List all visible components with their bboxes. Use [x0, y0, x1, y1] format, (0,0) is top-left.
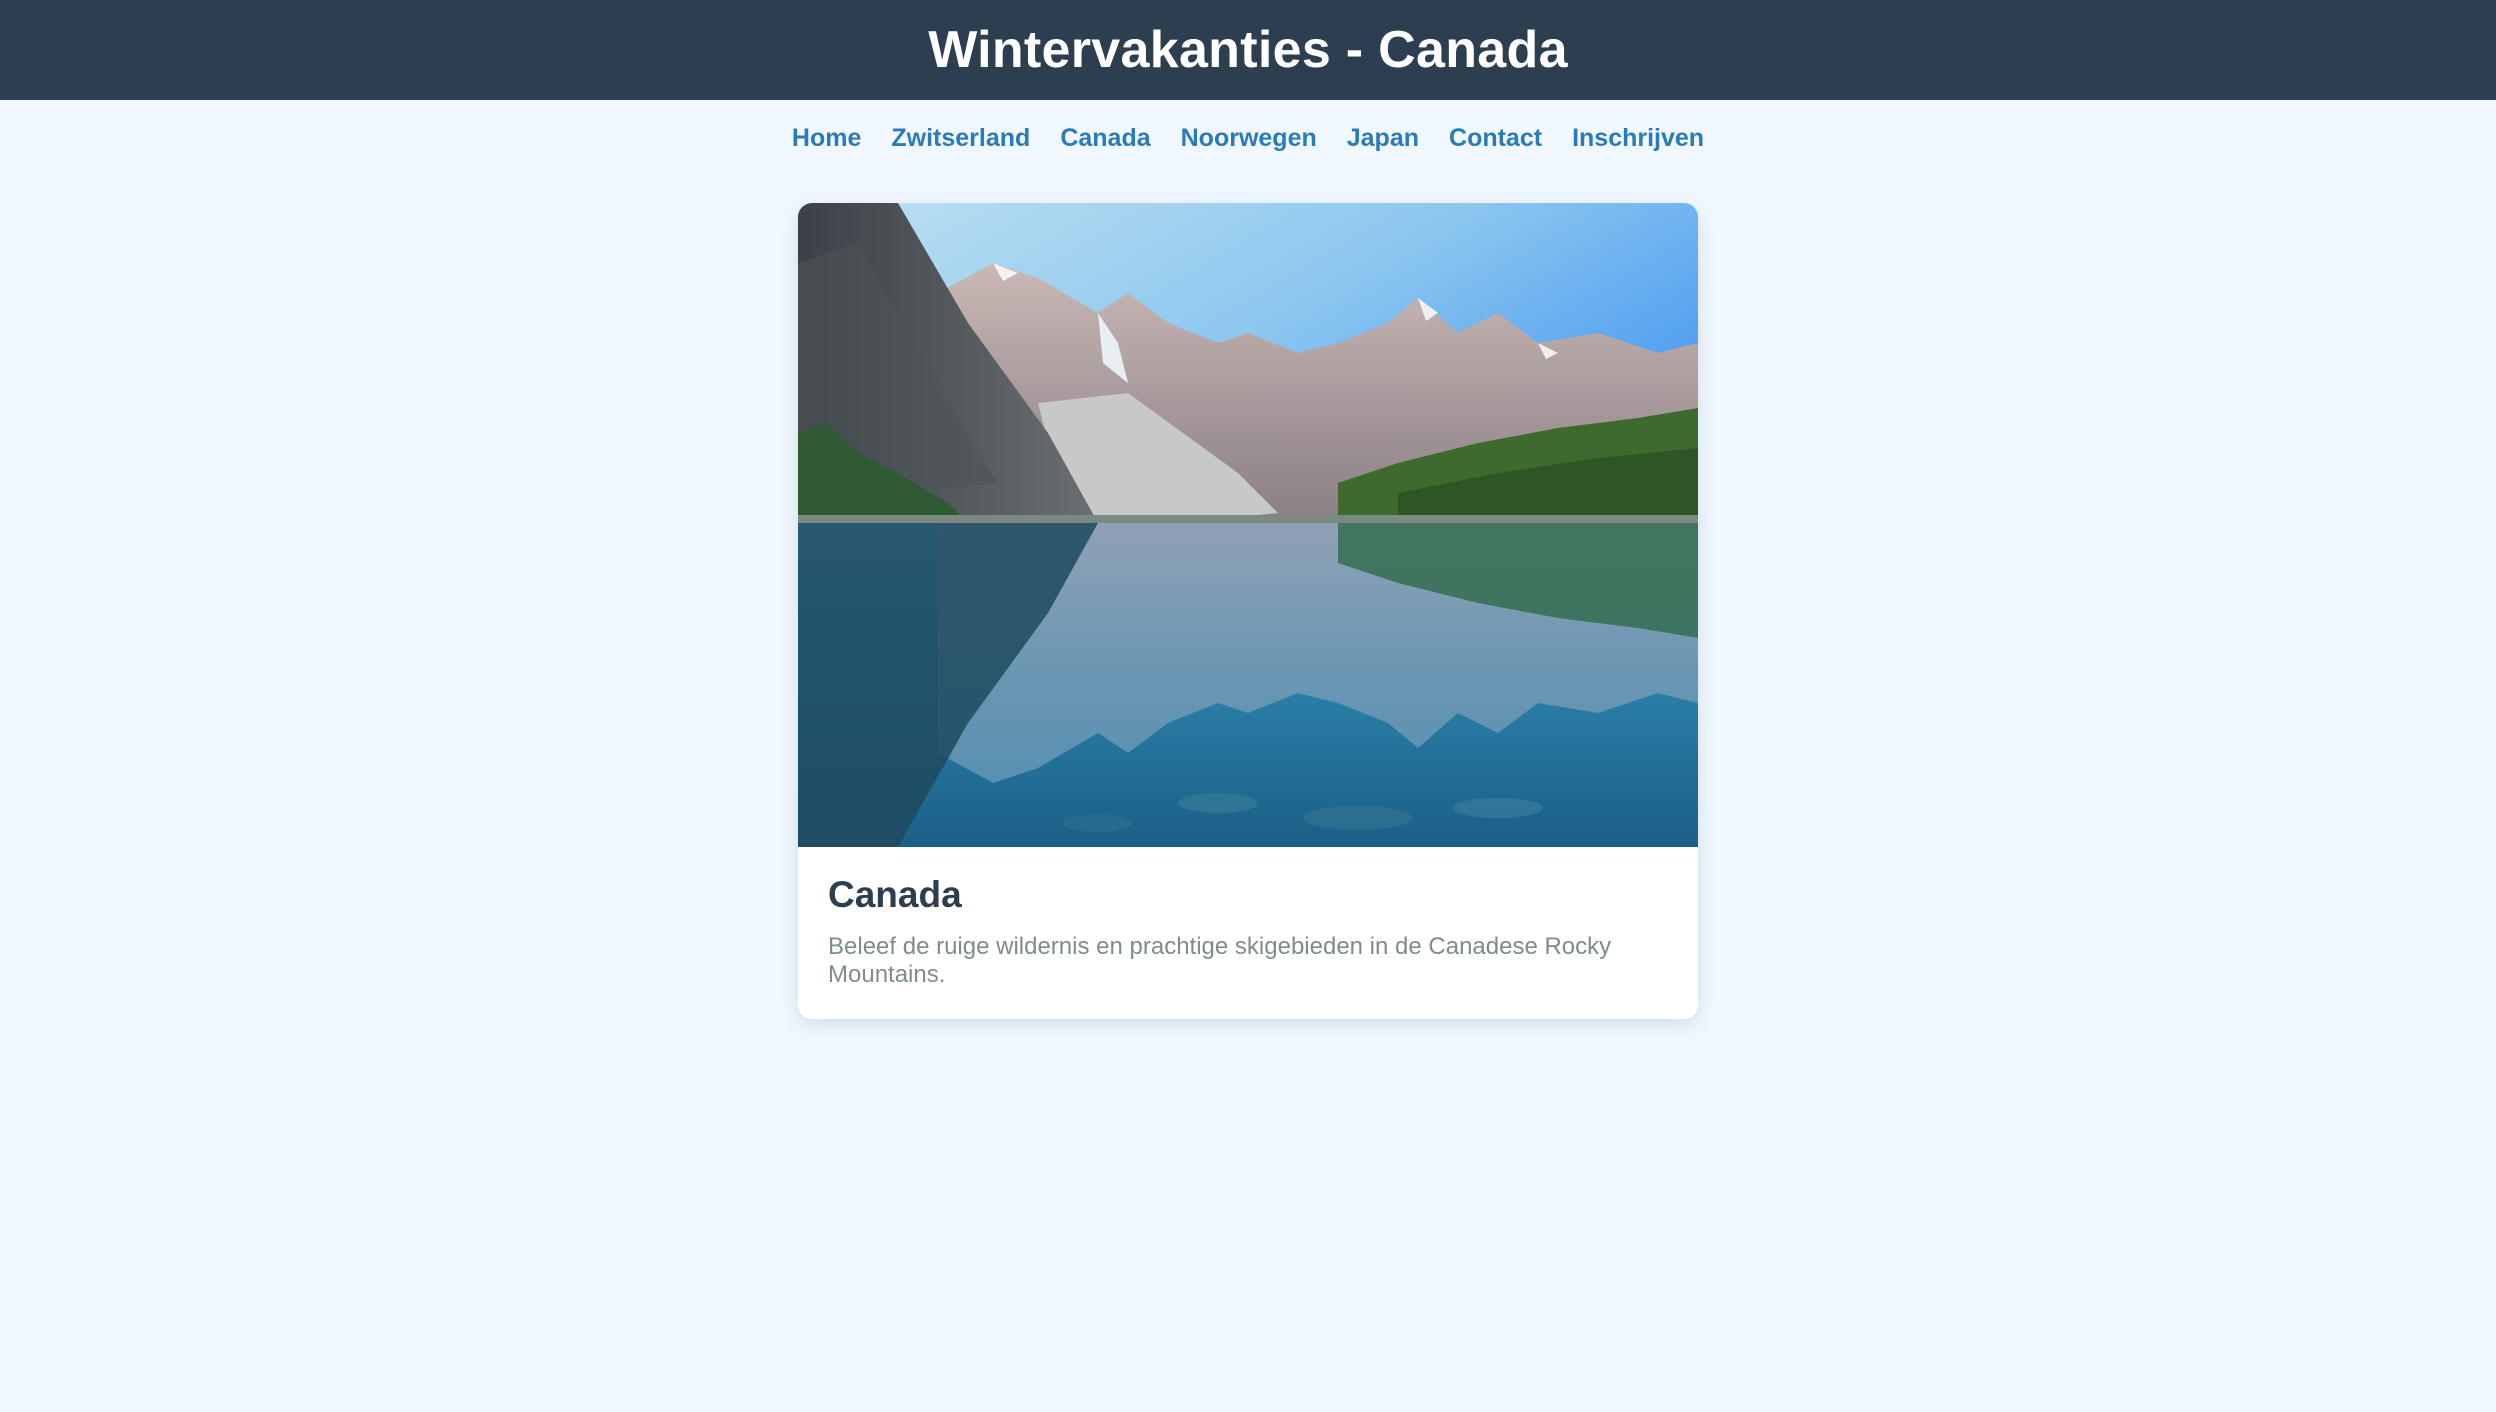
- site-header: Wintervakanties - Canada: [0, 0, 2496, 100]
- nav-link-japan[interactable]: Japan: [1347, 122, 1419, 182]
- card-body: Canada Beleef de ruige wildernis en prac…: [798, 847, 1698, 989]
- page-title: Wintervakanties - Canada: [928, 21, 1568, 79]
- card-description: Beleef de ruige wildernis en prachtige s…: [828, 933, 1612, 988]
- nav-link-canada[interactable]: Canada: [1060, 122, 1150, 182]
- nav-link-noorwegen[interactable]: Noorwegen: [1181, 122, 1317, 182]
- destination-card: Canada Beleef de ruige wildernis en prac…: [798, 203, 1698, 1019]
- nav-link-inschrijven[interactable]: Inschrijven: [1572, 122, 1704, 182]
- nav-link-home[interactable]: Home: [792, 122, 861, 182]
- nav-link-contact[interactable]: Contact: [1449, 122, 1542, 182]
- main-nav: Home Zwitserland Canada Noorwegen Japan …: [0, 100, 2496, 182]
- nav-link-zwitserland[interactable]: Zwitserland: [891, 122, 1030, 182]
- mountain-lake-photo: [798, 203, 1698, 847]
- card-title: Canada: [828, 874, 962, 915]
